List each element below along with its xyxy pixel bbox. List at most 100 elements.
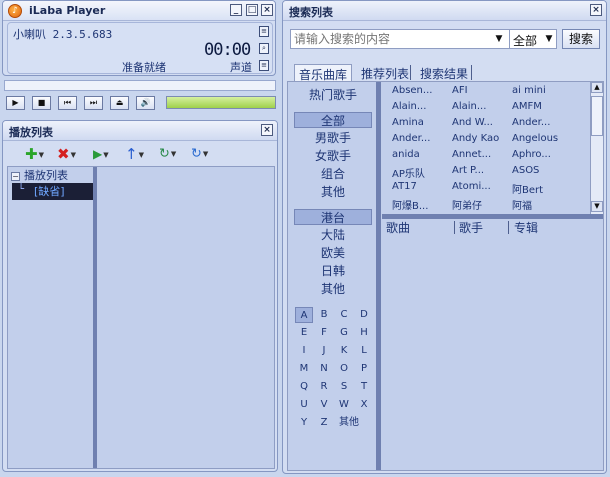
letter-filter-K[interactable]: K xyxy=(335,343,353,359)
tab-music-library[interactable]: 音乐曲库 xyxy=(294,64,353,82)
artist-scrollbar[interactable]: ▲ ▼ xyxy=(590,82,603,214)
channel-label[interactable]: 声道 xyxy=(230,59,252,75)
letter-filter-G[interactable]: G xyxy=(335,325,353,341)
letter-filter-H[interactable]: H xyxy=(355,325,373,341)
artist-item[interactable]: AT17 xyxy=(392,181,417,192)
letter-filter-M[interactable]: M xyxy=(295,361,313,377)
category-dropdown-icon[interactable]: ▼ xyxy=(543,32,555,46)
letter-filter-A[interactable]: A xyxy=(295,307,313,323)
artist-item[interactable]: 阿Bert xyxy=(512,181,543,196)
letter-filter-T[interactable]: T xyxy=(355,379,373,395)
artist-item[interactable]: Absen... xyxy=(392,85,432,96)
search-titlebar[interactable]: 搜索列表 × xyxy=(283,1,606,21)
artist-item[interactable]: Ander... xyxy=(512,117,550,128)
scroll-down-button[interactable]: ▼ xyxy=(591,201,603,212)
playlist-titlebar[interactable]: 播放列表 × xyxy=(3,121,277,141)
artist-item[interactable]: 阿福 xyxy=(512,197,532,212)
zoom-icon[interactable]: ⌕ xyxy=(259,43,269,54)
volume-slider[interactable] xyxy=(166,96,276,109)
letter-filter-O[interactable]: O xyxy=(335,361,353,377)
artist-item[interactable]: ai mini xyxy=(512,85,546,96)
letter-filter-E[interactable]: E xyxy=(295,325,313,341)
mute-button[interactable]: 🔊 xyxy=(136,96,155,110)
letter-filter-V[interactable]: V xyxy=(315,397,333,413)
letter-filter-其他[interactable]: 其他 xyxy=(335,415,363,431)
tree-root[interactable]: − 播放列表 xyxy=(11,167,68,183)
category-hot-artists[interactable]: 热门歌手 xyxy=(294,87,372,103)
region-mainland[interactable]: 大陆 xyxy=(294,227,372,243)
artist-item[interactable]: anida xyxy=(392,149,420,160)
artist-item[interactable]: Andy Kao xyxy=(452,133,499,144)
letter-filter-N[interactable]: N xyxy=(315,361,333,377)
tab-recommended[interactable]: 推荐列表 xyxy=(357,64,413,81)
letter-filter-U[interactable]: U xyxy=(295,397,313,413)
letter-filter-Q[interactable]: Q xyxy=(295,379,313,395)
category-female[interactable]: 女歌手 xyxy=(294,148,372,164)
letter-filter-I[interactable]: I xyxy=(295,343,313,359)
region-hk-tw[interactable]: 港台 xyxy=(294,209,372,225)
tree-item-default[interactable]: [缺省] xyxy=(12,183,94,200)
play-list-button[interactable]: ▶▼ xyxy=(93,145,109,163)
player-titlebar[interactable]: ♪ iLaba Player _ □ × xyxy=(3,1,275,21)
letter-filter-W[interactable]: W xyxy=(335,397,353,413)
artist-item[interactable]: 阿爆B... xyxy=(392,197,428,212)
add-button[interactable]: ✚▼ xyxy=(25,145,44,163)
artist-item[interactable]: Atomi... xyxy=(452,181,491,192)
letter-filter-X[interactable]: X xyxy=(355,397,373,413)
restore-button[interactable]: □ xyxy=(246,4,258,16)
artist-item[interactable]: 阿弟仔 xyxy=(452,197,482,212)
playlist-close-button[interactable]: × xyxy=(261,124,273,136)
letter-filter-S[interactable]: S xyxy=(335,379,353,395)
playlist-body[interactable]: − 播放列表 [缺省] └ xyxy=(7,166,275,469)
artist-item[interactable]: Aphro... xyxy=(512,149,551,160)
menu-list-icon[interactable]: ≡ xyxy=(259,26,269,37)
letter-filter-Z[interactable]: Z xyxy=(315,415,333,431)
search-button[interactable]: 搜索 xyxy=(562,29,600,49)
category-splitter[interactable] xyxy=(376,82,381,470)
play-button[interactable]: ▶ xyxy=(6,96,25,110)
column-album[interactable]: 专辑 xyxy=(514,219,538,236)
column-artist[interactable]: 歌手 xyxy=(459,219,483,236)
minimize-button[interactable]: _ xyxy=(230,4,242,16)
artist-item[interactable]: Alain... xyxy=(392,101,426,112)
next-button[interactable]: ⏭ xyxy=(84,96,103,110)
region-other[interactable]: 其他 xyxy=(294,281,372,297)
artist-item[interactable]: Amina xyxy=(392,117,424,128)
move-up-button[interactable]: ↑▼ xyxy=(125,145,144,163)
panel-splitter[interactable] xyxy=(93,167,97,468)
scroll-thumb[interactable] xyxy=(591,96,603,136)
stop-button[interactable]: ■ xyxy=(32,96,51,110)
artist-item[interactable]: Ander... xyxy=(392,133,430,144)
artist-item[interactable]: And W... xyxy=(452,117,493,128)
artist-item[interactable]: Art P... xyxy=(452,165,484,176)
column-separator[interactable] xyxy=(454,221,455,234)
eject-button[interactable]: ⏏ xyxy=(110,96,129,110)
artist-item[interactable]: Angelous xyxy=(512,133,558,144)
artist-item[interactable]: AMFM xyxy=(512,101,542,112)
letter-filter-Y[interactable]: Y xyxy=(295,415,313,431)
column-separator[interactable] xyxy=(508,221,509,234)
artist-item[interactable]: Alain... xyxy=(452,101,486,112)
artist-item[interactable]: Annet... xyxy=(452,149,491,160)
search-input[interactable] xyxy=(290,29,510,49)
previous-button[interactable]: ⏮ xyxy=(58,96,77,110)
category-all[interactable]: 全部 xyxy=(294,112,372,128)
collapse-icon[interactable]: − xyxy=(11,171,20,181)
category-group[interactable]: 组合 xyxy=(294,166,372,182)
column-song[interactable]: 歌曲 xyxy=(386,219,410,236)
letter-filter-F[interactable]: F xyxy=(315,325,333,341)
letter-filter-P[interactable]: P xyxy=(355,361,373,377)
region-western[interactable]: 欧美 xyxy=(294,245,372,261)
letter-filter-B[interactable]: B xyxy=(315,307,333,323)
region-japan-korea[interactable]: 日韩 xyxy=(294,263,372,279)
letter-filter-C[interactable]: C xyxy=(335,307,353,323)
letter-filter-L[interactable]: L xyxy=(355,343,373,359)
artist-item[interactable]: AFI xyxy=(452,85,468,96)
loop-button[interactable]: ↻▼ xyxy=(159,145,176,163)
equalizer-icon[interactable]: ≡ xyxy=(259,60,269,71)
category-male[interactable]: 男歌手 xyxy=(294,130,372,146)
category-other[interactable]: 其他 xyxy=(294,184,372,200)
artist-item[interactable]: AP乐队 xyxy=(392,165,425,180)
scroll-up-button[interactable]: ▲ xyxy=(591,82,603,93)
letter-filter-D[interactable]: D xyxy=(355,307,373,323)
